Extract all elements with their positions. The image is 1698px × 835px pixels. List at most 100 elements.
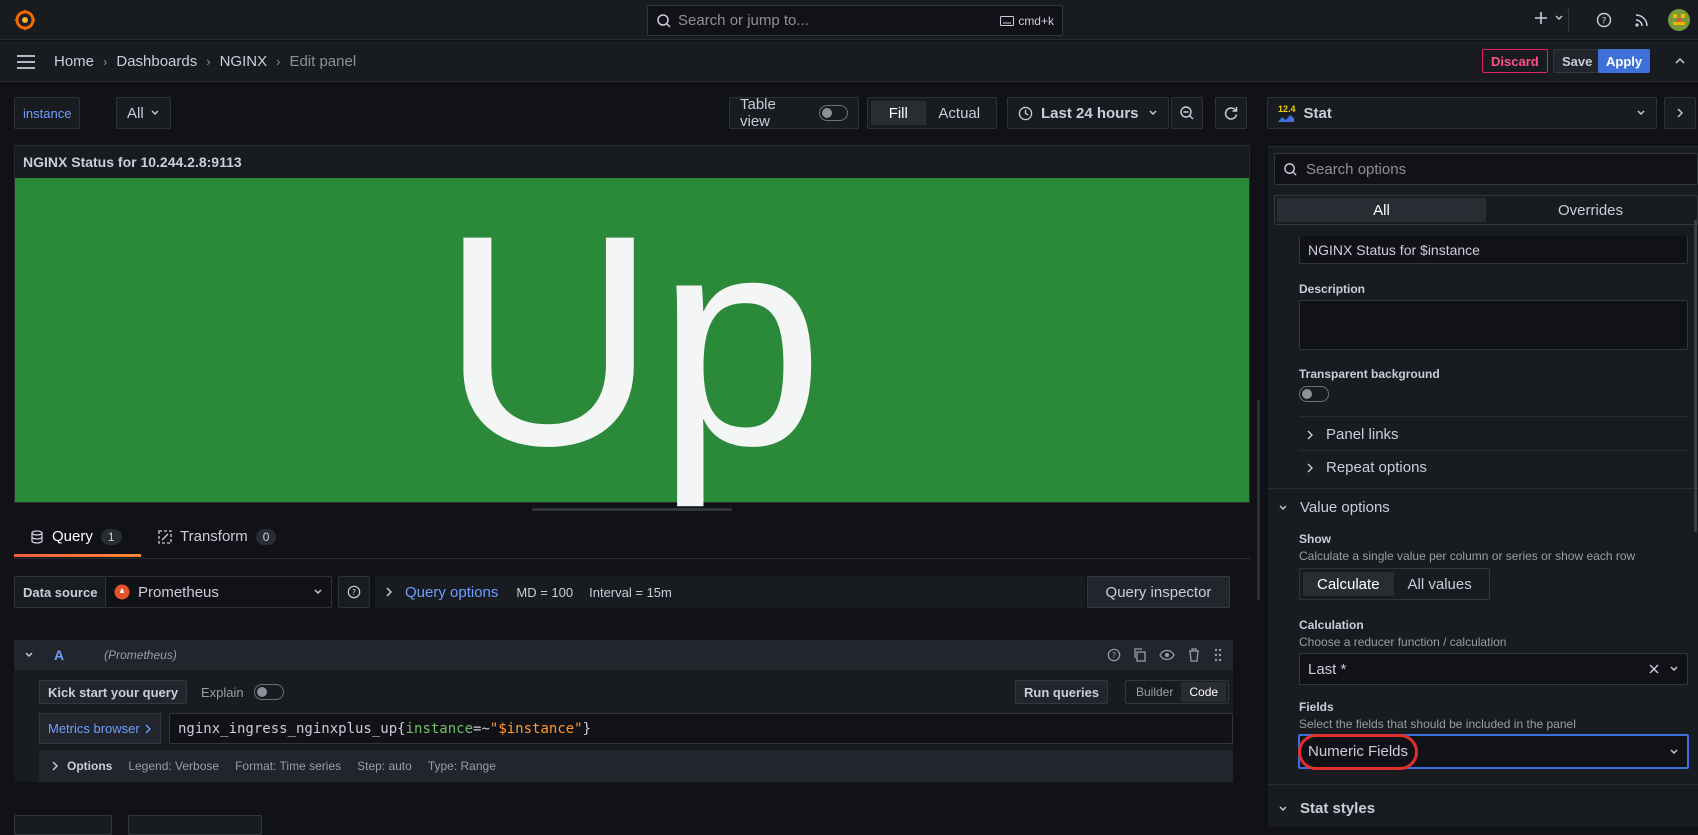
transparent-background-switch[interactable] [1299, 386, 1329, 402]
breadcrumb-dashboards[interactable]: Dashboards [116, 53, 197, 70]
panel-links-section[interactable]: Panel links [1306, 426, 1399, 443]
code-mode[interactable]: Code [1181, 682, 1227, 702]
query-options-collapsed[interactable]: Options Legend: Verbose Format: Time ser… [39, 750, 1233, 782]
value-options-section[interactable]: Value options [1278, 499, 1390, 516]
query-inspector-button[interactable]: Query inspector [1087, 576, 1230, 608]
options-tab-group: All Overrides [1274, 195, 1698, 225]
options-scrollbar[interactable] [1694, 220, 1697, 532]
breadcrumb-bar: Home › Dashboards › NGINX › Edit panel D… [0, 41, 1698, 82]
grafana-logo-icon[interactable] [13, 8, 37, 32]
query-datasource: (Prometheus) [104, 648, 177, 662]
variable-name: instance [23, 105, 72, 121]
actual-option[interactable]: Actual [926, 101, 993, 125]
time-range-picker[interactable]: Last 24 hours [1007, 97, 1169, 129]
shortcut-hint: cmd+k [1000, 14, 1054, 28]
title-value: NGINX Status for $instance [1308, 241, 1480, 258]
calculation-select[interactable]: Last * [1299, 653, 1688, 685]
query-options-label: Query options [405, 583, 499, 601]
chevron-right-icon [1307, 430, 1313, 439]
show-description: Calculate a single value per column or s… [1299, 549, 1636, 563]
datasource-picker[interactable]: Prometheus [105, 576, 332, 608]
panel-title: NGINX Status for 10.244.2.8:9113 [23, 154, 242, 170]
zoom-out-button[interactable] [1171, 97, 1203, 129]
top-bar: Search or jump to... cmd+k ? [0, 0, 1698, 40]
table-view-toggle[interactable]: Table view [729, 96, 859, 130]
run-queries-button[interactable]: Run queries [1015, 680, 1109, 704]
help-icon[interactable]: ? [1596, 12, 1612, 28]
tab-overrides[interactable]: Overrides [1486, 198, 1695, 222]
explain-toggle[interactable]: Explain [201, 684, 284, 700]
tab-transform[interactable]: Transform 0 [158, 528, 277, 545]
kick-start-query-button[interactable]: Kick start your query [39, 680, 188, 704]
show-mode-group: Calculate All values [1299, 568, 1490, 600]
fill-option[interactable]: Fill [871, 101, 926, 125]
avatar[interactable] [1668, 9, 1690, 31]
legend-setting: Legend: Verbose [128, 759, 220, 773]
add-query-button[interactable] [14, 815, 112, 835]
menu-icon[interactable] [16, 54, 36, 70]
save-button[interactable]: Save [1553, 49, 1602, 73]
datasource-help-button[interactable]: ? [338, 576, 370, 608]
new-menu-button[interactable] [1534, 11, 1564, 25]
interval-value: Interval = 15m [589, 584, 672, 600]
explain-switch[interactable] [253, 684, 284, 700]
chevron-right-icon [1307, 463, 1313, 472]
svg-text:?: ? [1602, 17, 1607, 27]
editor-scrollbar[interactable] [1257, 400, 1260, 600]
stat-styles-label: Stat styles [1300, 800, 1376, 817]
visualization-picker[interactable]: 12.4 Stat [1267, 97, 1657, 129]
copy-icon[interactable] [1133, 648, 1147, 662]
expr-label: instance [405, 720, 474, 737]
expr-value: "$instance" [489, 720, 583, 737]
query-inspector-label: Query inspector [1105, 583, 1212, 601]
all-values-option[interactable]: All values [1394, 572, 1486, 596]
close-pane-button[interactable] [1664, 97, 1696, 129]
divider [1268, 784, 1698, 785]
metrics-browser-button[interactable]: Metrics browser [39, 713, 161, 744]
resize-handle[interactable] [532, 508, 732, 511]
apply-button[interactable]: Apply [1598, 49, 1651, 73]
calculation-description: Choose a reducer function / calculation [1299, 635, 1507, 649]
table-view-label: Table view [740, 96, 776, 130]
query-expression-editor[interactable]: nginx_ingress_nginxplus_up{instance =~ "$i… [169, 713, 1233, 744]
query-options-bar[interactable]: Query options MD = 100 Interval = 15m [375, 576, 1085, 608]
search-options-input[interactable]: Search options [1274, 153, 1698, 185]
title-input[interactable]: NGINX Status for $instance [1299, 236, 1688, 264]
collapse-chevron-up-icon[interactable] [1674, 56, 1686, 66]
table-view-switch[interactable] [818, 105, 848, 121]
chevron-down-icon [1279, 806, 1287, 811]
breadcrumb-nginx[interactable]: NGINX [220, 53, 268, 70]
chevron-right-icon [1677, 108, 1683, 118]
query-row-header[interactable]: A (Prometheus) ? [14, 640, 1233, 670]
breadcrumb: Home › Dashboards › NGINX › Edit panel [54, 53, 356, 70]
repeat-options-section[interactable]: Repeat options [1306, 459, 1427, 476]
search-input[interactable]: Search or jump to... cmd+k [647, 5, 1063, 36]
variable-select[interactable]: All [116, 97, 171, 129]
active-tab-indicator [14, 554, 141, 557]
query-row: A (Prometheus) ? Kick start your query E… [14, 640, 1233, 782]
calculate-option[interactable]: Calculate [1303, 572, 1394, 596]
stat-display: Up [15, 178, 1249, 502]
clear-icon[interactable] [1649, 664, 1659, 674]
trash-icon[interactable] [1187, 648, 1201, 662]
prometheus-icon [114, 584, 130, 600]
news-feed-icon[interactable] [1634, 12, 1650, 28]
tab-query[interactable]: Query 1 [30, 528, 122, 545]
show-label: Show [1299, 532, 1331, 546]
description-textarea[interactable] [1299, 300, 1688, 350]
discard-button[interactable]: Discard [1482, 49, 1548, 73]
query-ref-id[interactable]: A [54, 647, 64, 663]
chevron-down-icon[interactable] [24, 650, 34, 660]
tab-transform-count: 0 [255, 528, 277, 545]
divider [1299, 450, 1688, 451]
eye-icon[interactable] [1159, 648, 1175, 662]
breadcrumb-home[interactable]: Home [54, 53, 94, 70]
stat-styles-section[interactable]: Stat styles [1278, 800, 1375, 817]
svg-text:?: ? [352, 588, 356, 597]
tab-all[interactable]: All [1277, 198, 1486, 222]
builder-mode[interactable]: Builder [1128, 685, 1181, 699]
refresh-button[interactable] [1215, 97, 1247, 129]
help-icon[interactable]: ? [1107, 648, 1121, 662]
drag-handle-icon[interactable] [1213, 648, 1223, 662]
add-expression-button[interactable] [128, 815, 262, 835]
